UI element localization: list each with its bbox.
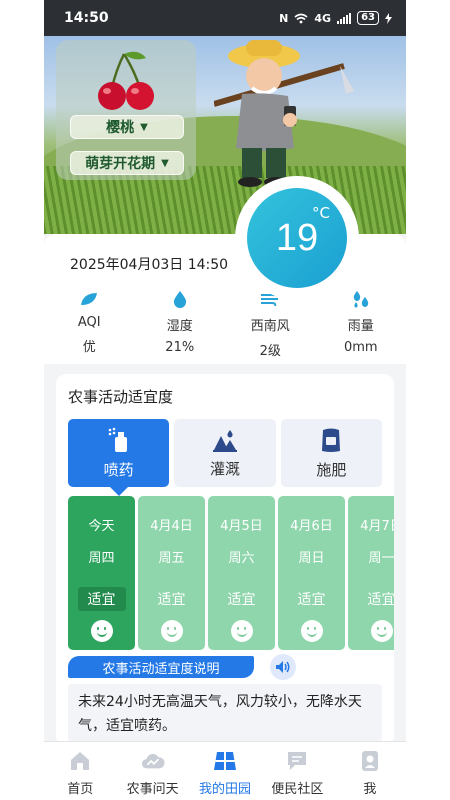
nav-label: 农事问天	[126, 782, 179, 797]
day-card[interactable]: 4月4日 周五 适宜	[138, 496, 205, 650]
growth-stage-label: 萌芽开花期	[85, 156, 156, 172]
nav-label: 便民社区	[271, 782, 324, 797]
explanation-title: 农事活动适宜度说明	[68, 656, 254, 678]
crop-dropdown[interactable]: 樱桃 ▼	[70, 115, 184, 139]
chat-icon	[285, 749, 309, 773]
day-weekday: 周四	[88, 551, 115, 566]
suitability-level: 适宜	[367, 592, 395, 608]
explanation-text: 未来24小时无高温天气，风力较小，无降水天气，适宜喷药。	[68, 684, 382, 742]
smile-icon	[300, 620, 323, 642]
field-icon	[213, 749, 237, 773]
user-icon	[358, 749, 382, 773]
daily-forecast-strip[interactable]: 今天 周四 适宜 4月4日 周五 适宜 4月5日 周六 适宜 4月6日 周日 适…	[68, 496, 394, 650]
day-strip: 今天 周四 适宜 4月4日 周五 适宜 4月5日 周六 适宜 4月6日 周日 适…	[68, 496, 394, 650]
status-icons: N 4G 63	[279, 11, 392, 25]
status-time: 14:50	[64, 10, 109, 26]
nav-label: 我	[363, 782, 377, 797]
metric-label: 湿度	[166, 319, 193, 334]
day-weekday: 周五	[158, 551, 185, 566]
day-date: 4月5日	[220, 519, 263, 534]
temperature-unit: °C	[312, 204, 330, 222]
speaker-icon	[276, 661, 290, 673]
metric-wind: 西南风 2级	[225, 290, 316, 359]
home-icon	[68, 749, 92, 773]
fertilizer-icon	[322, 428, 341, 452]
smile-icon	[230, 620, 253, 642]
droplet-icon	[169, 290, 191, 308]
day-date: 4月4日	[150, 519, 193, 534]
suitability-level: 适宜	[297, 592, 326, 608]
metric-aqi: AQI 优	[44, 290, 135, 359]
battery-level: 63	[357, 11, 379, 25]
status-bar: 14:50 N 4G 63	[44, 0, 406, 36]
rain-icon	[350, 290, 372, 308]
metric-label: 西南风	[250, 319, 290, 334]
nfc-icon: N	[279, 11, 289, 25]
suitability-level: 适宜	[157, 592, 186, 608]
growth-stage-dropdown[interactable]: 萌芽开花期 ▼	[70, 151, 184, 175]
tab-label: 施肥	[316, 460, 347, 479]
nav-item-community[interactable]: 便民社区	[261, 742, 333, 800]
day-date: 今天	[88, 519, 115, 534]
tab-spraying[interactable]: 喷药	[68, 419, 170, 496]
nav-item-me[interactable]: 我	[334, 742, 406, 800]
weather-metrics: AQI 优 湿度 21% 西南风 2级 雨量 0mm	[44, 290, 406, 359]
sprayer-icon	[108, 427, 127, 452]
activity-tabs: 喷药 灌溉 施肥	[68, 419, 382, 496]
bottom-navigation: 首页 农事问天 我的田园 便民社区 我	[44, 741, 406, 800]
caret-down-icon: ▼	[161, 157, 169, 169]
speaker-button[interactable]	[270, 654, 296, 680]
crop-card[interactable]: 樱桃 ▼ 萌芽开花期 ▼	[56, 40, 196, 180]
farmer-illustration	[214, 40, 354, 187]
metric-value: 优	[82, 340, 96, 355]
card-title: 农事活动适宜度	[68, 388, 174, 406]
day-card-today[interactable]: 今天 周四 适宜	[68, 496, 135, 650]
app-frame: 14:50 N 4G 63 樱桃 ▼ 萌芽开花期 ▼ 2025年04月03日 1…	[44, 0, 406, 800]
day-date: 4月6日	[290, 519, 333, 534]
wifi-icon	[294, 13, 308, 23]
hero-banner: 樱桃 ▼ 萌芽开花期 ▼	[44, 36, 406, 234]
day-card[interactable]: 4月6日 周日 适宜	[278, 496, 345, 650]
nav-item-home[interactable]: 首页	[44, 742, 116, 800]
irrigation-icon	[212, 429, 237, 452]
network-type: 4G	[314, 11, 332, 25]
tab-irrigation[interactable]: 灌溉	[174, 419, 276, 487]
metric-humidity: 湿度 21%	[135, 290, 226, 359]
metric-value: 0mm	[343, 340, 378, 355]
smile-icon	[90, 620, 113, 642]
nav-label: 我的田园	[199, 782, 252, 797]
cloud-icon	[141, 749, 165, 773]
smile-icon	[160, 620, 183, 642]
metric-label: 雨量	[347, 319, 374, 334]
temperature-badge: 19 °C	[247, 188, 347, 288]
weather-datetime: 2025年04月03日 14:50	[70, 257, 229, 273]
suitability-level: 适宜	[77, 587, 126, 611]
tab-fertilizing[interactable]: 施肥	[280, 419, 382, 487]
signal-icon	[337, 12, 352, 24]
day-weekday: 周一	[368, 551, 394, 566]
nav-label: 首页	[67, 782, 94, 797]
charging-icon	[385, 12, 392, 24]
day-weekday: 周日	[298, 551, 325, 566]
temperature-value: 19	[275, 216, 319, 259]
day-date: 4月7日	[360, 519, 394, 534]
crop-dropdown-label: 樱桃	[106, 120, 135, 136]
day-card[interactable]: 4月5日 周六 适宜	[208, 496, 275, 650]
metric-rainfall: 雨量 0mm	[316, 290, 407, 359]
metric-label: AQI	[77, 315, 101, 330]
smile-icon	[370, 620, 393, 642]
metric-value: 2级	[259, 344, 281, 359]
suitability-level: 适宜	[227, 592, 256, 608]
cherry-icon	[98, 51, 154, 110]
farming-suitability-card: 农事活动适宜度 喷药 灌溉 施肥 今天 周四 适宜 4月4日 周五 适宜 4月5…	[56, 374, 394, 746]
caret-down-icon: ▼	[140, 121, 148, 133]
day-card[interactable]: 4月7日 周一 适宜	[348, 496, 394, 650]
tab-label: 喷药	[103, 460, 134, 479]
day-weekday: 周六	[228, 551, 255, 566]
nav-item-my-field[interactable]: 我的田园	[189, 742, 261, 800]
nav-item-weather-advice[interactable]: 农事问天	[116, 742, 188, 800]
tab-label: 灌溉	[209, 459, 240, 478]
leaf-icon	[78, 290, 100, 308]
metric-value: 21%	[165, 340, 195, 355]
